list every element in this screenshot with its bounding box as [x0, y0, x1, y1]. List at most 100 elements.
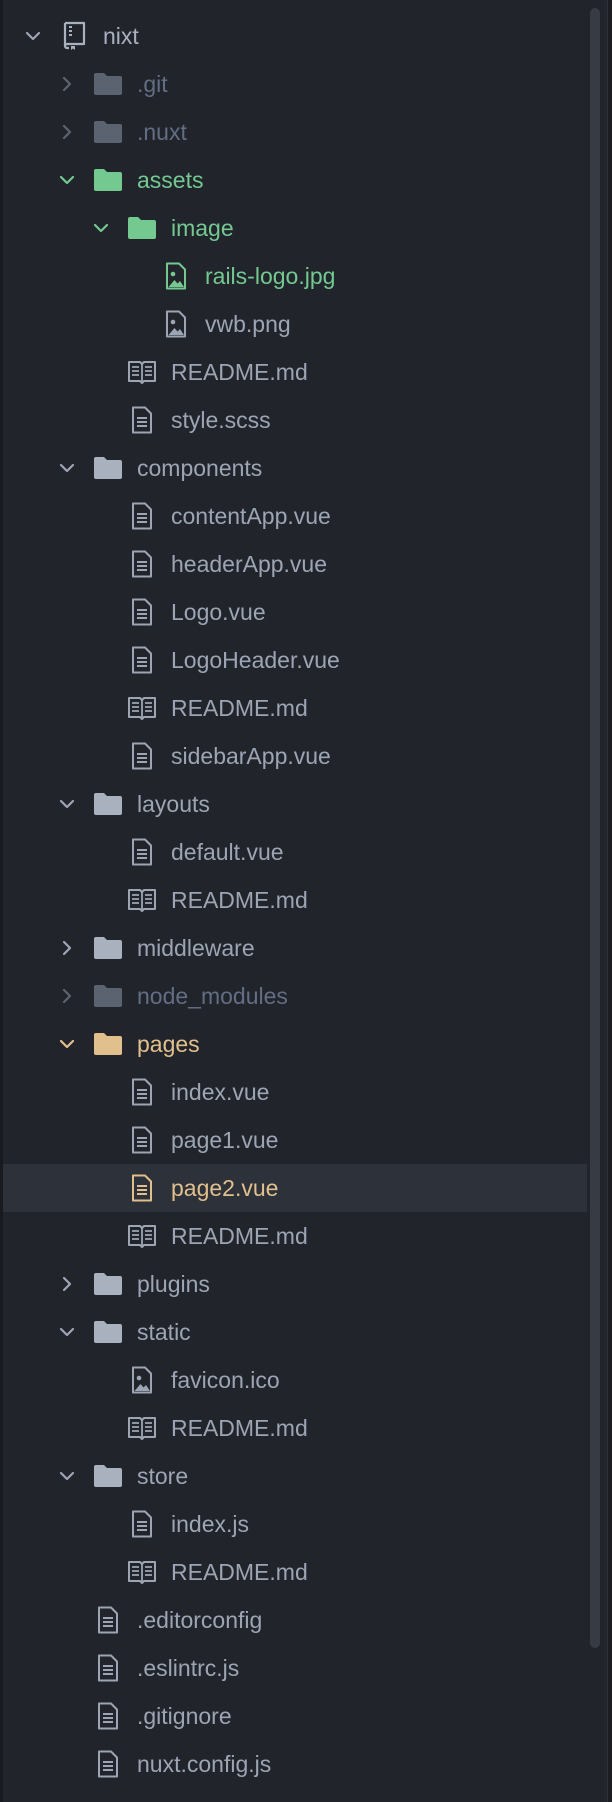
tree-item-label: store	[137, 1463, 189, 1489]
tree-file-logo-header[interactable]: LogoHeader.vue	[3, 636, 587, 684]
chevron-right-icon[interactable]	[59, 1276, 75, 1292]
folder-icon	[93, 934, 123, 962]
chevron-right-icon[interactable]	[59, 940, 75, 956]
chevron-right-icon[interactable]	[59, 76, 75, 92]
tree-item-label: rails-logo.jpg	[205, 263, 336, 289]
tree-item-label: default.vue	[171, 839, 284, 865]
panel-edge	[607, 0, 612, 1802]
tree-item-label: image	[171, 215, 234, 241]
book-icon	[127, 886, 157, 914]
file-icon	[127, 646, 157, 674]
chevron-down-icon[interactable]	[59, 1468, 75, 1484]
tree-item-label: favicon.ico	[171, 1367, 280, 1393]
tree-folder-store[interactable]: store	[3, 1452, 587, 1500]
tree-item-label: components	[137, 455, 263, 481]
file-icon	[127, 406, 157, 434]
tree-item-label: nuxt.config.js	[137, 1751, 272, 1777]
tree-file-static-readme[interactable]: README.md	[3, 1404, 587, 1452]
tree-file-layouts-readme[interactable]: README.md	[3, 876, 587, 924]
tree-folder-plugins[interactable]: plugins	[3, 1260, 587, 1308]
tree-item-label: pages	[137, 1031, 200, 1057]
tree-file-eslintrc[interactable]: .eslintrc.js	[3, 1644, 587, 1692]
tree-folder-nixt[interactable]: nixt	[3, 12, 587, 60]
tree-file-gitignore[interactable]: .gitignore	[3, 1692, 587, 1740]
book-icon	[127, 694, 157, 722]
book-icon	[127, 1222, 157, 1250]
tree-item-label: vwb.png	[205, 311, 291, 337]
chevron-down-icon[interactable]	[59, 460, 75, 476]
tree-file-vwb[interactable]: vwb.png	[3, 300, 587, 348]
tree-item-label: nixt	[103, 23, 139, 49]
tree-file-editorconfig[interactable]: .editorconfig	[3, 1596, 587, 1644]
file-icon	[127, 1174, 157, 1202]
tree-item-label: layouts	[137, 791, 210, 817]
file-tree: nixt .git .nuxt assets image rails-logo.jpg vw…	[3, 12, 587, 1788]
book-icon	[127, 1558, 157, 1586]
tree-folder-layouts[interactable]: layouts	[3, 780, 587, 828]
chevron-down-icon[interactable]	[25, 28, 41, 44]
tree-file-rails-logo[interactable]: rails-logo.jpg	[3, 252, 587, 300]
tree-item-label: contentApp.vue	[171, 503, 331, 529]
tree-folder-node-modules[interactable]: node_modules	[3, 972, 587, 1020]
chevron-down-icon[interactable]	[59, 172, 75, 188]
folder-icon	[93, 1462, 123, 1490]
tree-folder-static[interactable]: static	[3, 1308, 587, 1356]
tree-file-sidebar-app[interactable]: sidebarApp.vue	[3, 732, 587, 780]
tree-view-panel: nixt .git .nuxt assets image rails-logo.jpg vw…	[0, 0, 612, 1802]
image-icon	[161, 310, 191, 338]
tree-file-logo-vue[interactable]: Logo.vue	[3, 588, 587, 636]
tree-file-content-app[interactable]: contentApp.vue	[3, 492, 587, 540]
tree-item-label: README.md	[171, 1415, 308, 1441]
chevron-down-icon[interactable]	[59, 1036, 75, 1052]
tree-file-components-readme[interactable]: README.md	[3, 684, 587, 732]
tree-file-assets-readme[interactable]: README.md	[3, 348, 587, 396]
tree-file-page1-vue[interactable]: page1.vue	[3, 1116, 587, 1164]
tree-folder-pages[interactable]: pages	[3, 1020, 587, 1068]
folder-icon	[93, 70, 123, 98]
tree-folder-middleware[interactable]: middleware	[3, 924, 587, 972]
chevron-down-icon[interactable]	[59, 796, 75, 812]
chevron-down-icon[interactable]	[59, 1324, 75, 1340]
tree-item-label: plugins	[137, 1271, 210, 1297]
tree-file-pages-readme[interactable]: README.md	[3, 1212, 587, 1260]
tree-folder-nuxt[interactable]: .nuxt	[3, 108, 587, 156]
chevron-down-icon[interactable]	[93, 220, 109, 236]
tree-file-index-js[interactable]: index.js	[3, 1500, 587, 1548]
tree-item-label: README.md	[171, 359, 308, 385]
file-icon	[127, 502, 157, 530]
tree-item-label: node_modules	[137, 983, 288, 1009]
folder-icon	[93, 118, 123, 146]
tree-file-page2-vue[interactable]: page2.vue	[3, 1164, 587, 1212]
tree-folder-assets[interactable]: assets	[3, 156, 587, 204]
tree-item-label: README.md	[171, 1223, 308, 1249]
chevron-right-icon[interactable]	[59, 124, 75, 140]
tree-file-index-vue[interactable]: index.vue	[3, 1068, 587, 1116]
tree-folder-components[interactable]: components	[3, 444, 587, 492]
tree-item-label: index.js	[171, 1511, 249, 1537]
tree-item-label: .gitignore	[137, 1703, 232, 1729]
tree-folder-assets-image[interactable]: image	[3, 204, 587, 252]
tree-item-label: style.scss	[171, 407, 271, 433]
folder-icon	[93, 1318, 123, 1346]
tree-file-default-vue[interactable]: default.vue	[3, 828, 587, 876]
tree-file-nuxt-config[interactable]: nuxt.config.js	[3, 1740, 587, 1788]
folder-icon	[93, 982, 123, 1010]
file-icon	[93, 1702, 123, 1730]
file-icon	[127, 598, 157, 626]
folder-icon	[93, 166, 123, 194]
file-icon	[127, 550, 157, 578]
tree-folder-git[interactable]: .git	[3, 60, 587, 108]
tree-file-store-readme[interactable]: README.md	[3, 1548, 587, 1596]
file-icon	[127, 1078, 157, 1106]
scrollbar-thumb[interactable]	[590, 8, 600, 1648]
tree-file-favicon[interactable]: favicon.ico	[3, 1356, 587, 1404]
tree-file-header-app[interactable]: headerApp.vue	[3, 540, 587, 588]
tree-item-label: .nuxt	[137, 119, 187, 145]
file-icon	[93, 1750, 123, 1778]
tree-item-label: .editorconfig	[137, 1607, 263, 1633]
chevron-right-icon[interactable]	[59, 988, 75, 1004]
tree-file-style-scss[interactable]: style.scss	[3, 396, 587, 444]
scrollbar-track[interactable]	[588, 8, 602, 1794]
image-icon	[161, 262, 191, 290]
image-icon	[127, 1366, 157, 1394]
